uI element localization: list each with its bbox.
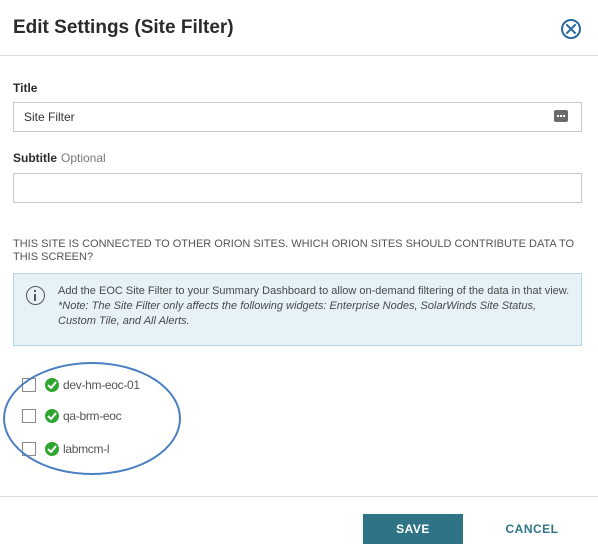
- site-name: labmcm-l: [63, 442, 110, 456]
- info-note: *Note: The Site Filter only affects the …: [58, 300, 537, 327]
- optional-label: Optional: [61, 151, 106, 165]
- subtitle-label-text: Subtitle: [13, 151, 57, 165]
- site-checkbox[interactable]: [22, 409, 36, 423]
- site-name: dev-hm-eoc-01: [63, 378, 140, 392]
- status-ok-icon: [45, 378, 59, 392]
- dialog-title: Edit Settings (Site Filter): [13, 17, 234, 38]
- sites-question: THIS SITE IS CONNECTED TO OTHER ORION SI…: [13, 238, 575, 263]
- site-row: labmcm-l: [22, 440, 172, 458]
- subtitle-input[interactable]: [13, 173, 582, 203]
- dialog-header: Edit Settings (Site Filter): [0, 0, 598, 56]
- ellipsis-icon[interactable]: [554, 110, 568, 122]
- info-icon: [26, 286, 45, 305]
- title-input[interactable]: [13, 102, 582, 132]
- cancel-button[interactable]: CANCEL: [497, 514, 567, 544]
- info-box: Add the EOC Site Filter to your Summary …: [13, 273, 582, 346]
- subtitle-label: Subtitle Optional: [13, 151, 106, 165]
- status-ok-icon: [45, 442, 59, 456]
- site-row: dev-hm-eoc-01: [22, 376, 172, 394]
- info-text: Add the EOC Site Filter to your Summary …: [58, 284, 573, 329]
- status-ok-icon: [45, 409, 59, 423]
- dialog-footer: SAVE CANCEL: [0, 496, 598, 556]
- site-checkbox[interactable]: [22, 442, 36, 456]
- info-message: Add the EOC Site Filter to your Summary …: [58, 285, 570, 297]
- site-row: qa-brm-eoc: [22, 407, 172, 425]
- save-button[interactable]: SAVE: [363, 514, 463, 544]
- site-name: qa-brm-eoc: [63, 409, 122, 423]
- close-icon[interactable]: [561, 19, 581, 39]
- title-label: Title: [13, 81, 38, 95]
- site-checkbox[interactable]: [22, 378, 36, 392]
